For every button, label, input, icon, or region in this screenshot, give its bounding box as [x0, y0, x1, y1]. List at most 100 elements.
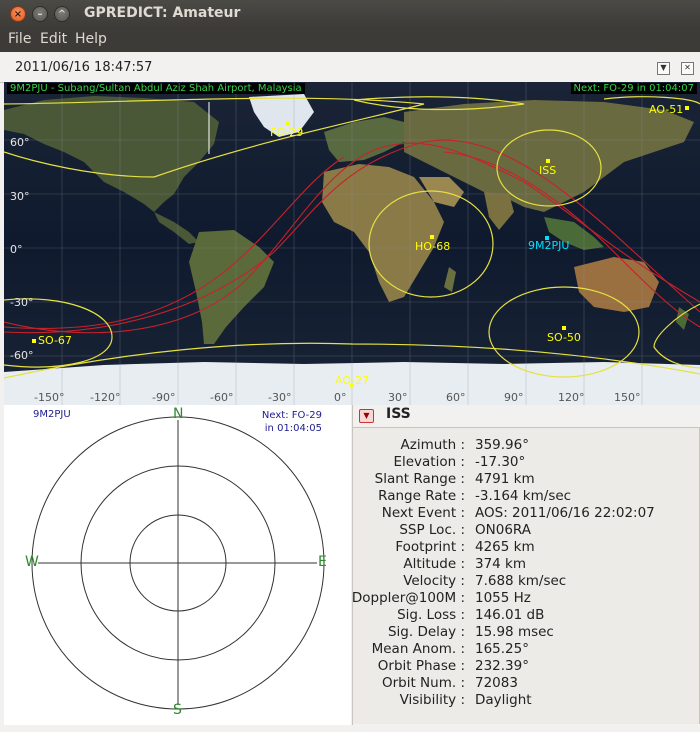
lat-label: 0° [10, 243, 23, 256]
detail-value: 15.98 msec [475, 624, 554, 640]
detail-label: Orbit Phase : [377, 658, 465, 674]
detail-value: 4791 km [475, 471, 535, 487]
detail-row: Range Rate : -3.164 km/sec [353, 488, 699, 505]
detail-row: SSP Loc. : ON06RA [353, 522, 699, 539]
detail-value: 165.25° [475, 641, 529, 657]
polar-next-line1: Next: FO-29 [261, 410, 322, 421]
sat-menu-button[interactable]: ▼ [359, 409, 374, 423]
detail-value: 72083 [475, 675, 518, 691]
detail-value: 359.96° [475, 437, 529, 453]
detail-label: Range Rate : [378, 488, 465, 504]
detail-value: 146.01 dB [475, 607, 545, 623]
detail-label: Doppler@100M : [351, 590, 465, 606]
lon-label: -60° [210, 391, 234, 404]
detail-row: Mean Anom. : 165.25° [353, 641, 699, 658]
menu-edit[interactable]: Edit [40, 31, 67, 47]
detail-label: SSP Loc. : [399, 522, 465, 538]
lon-label: 120° [558, 391, 585, 404]
sat-label-iss[interactable]: ISS [539, 164, 556, 177]
detail-label: Sig. Loss : [397, 607, 465, 623]
detail-row: Visibility : Daylight [353, 692, 699, 709]
detail-label: Elevation : [393, 454, 465, 470]
lat-label: 60° [10, 136, 30, 149]
map-canvas [4, 82, 700, 405]
menubar: File Edit Help [0, 28, 700, 52]
detail-label: Velocity : [403, 573, 465, 589]
detail-value: -17.30° [475, 454, 526, 470]
detail-row: Elevation : -17.30° [353, 454, 699, 471]
detail-label: Next Event : [381, 505, 465, 521]
sat-details: Azimuth : 359.96° Elevation : -17.30° Slan… [351, 427, 700, 724]
qth-map-label: 9M2PJU [528, 239, 570, 252]
polar-qth: 9M2PJU [33, 409, 71, 420]
lat-label: 30° [10, 190, 30, 203]
sat-label-fo29[interactable]: FO-29 [270, 126, 303, 139]
window-bottom-edge [0, 725, 700, 732]
detail-value: -3.164 km/sec [475, 488, 572, 504]
detail-row: Next Event : AOS: 2011/06/16 22:02:07 [353, 505, 699, 522]
lon-label: -30° [268, 391, 292, 404]
sat-label-so50[interactable]: SO-50 [547, 331, 581, 344]
detail-row: Doppler@100M : 1055 Hz [351, 590, 699, 607]
module-timestamp: 2011/06/16 18:47:57 [15, 60, 153, 75]
detail-label: Mean Anom. : [371, 641, 465, 657]
detail-value: AOS: 2011/06/16 22:02:07 [475, 505, 655, 521]
detail-row: Azimuth : 359.96° [353, 437, 699, 454]
window-close-button[interactable]: × [10, 6, 26, 22]
detail-value: 1055 Hz [475, 590, 531, 606]
detail-label: Altitude : [403, 556, 465, 572]
window-titlebar[interactable]: × – ^ GPREDICT: Amateur [0, 0, 700, 28]
detail-value: 4265 km [475, 539, 535, 555]
polar-next-line2: in 01:04:05 [264, 423, 322, 434]
lon-label: 90° [504, 391, 524, 404]
lon-label: 60° [446, 391, 466, 404]
polar-dir-e: E [318, 554, 327, 570]
map-qth-info: 9M2PJU - Subang/Sultan Abdul Aziz Shah A… [7, 83, 305, 94]
window-maximize-button[interactable]: ^ [54, 6, 70, 22]
polar-next-event: Next: FO-29 in 01:04:05 [262, 409, 322, 435]
sat-label-so67[interactable]: SO-67 [38, 334, 72, 347]
detail-label: Azimuth : [400, 437, 465, 453]
window-minimize-button[interactable]: – [32, 6, 48, 22]
lon-label: -90° [152, 391, 176, 404]
lon-label: -120° [90, 391, 121, 404]
detail-row: Orbit Num. : 72083 [353, 675, 699, 692]
lon-label: 30° [388, 391, 408, 404]
menu-help[interactable]: Help [75, 31, 107, 47]
polar-dir-n: N [173, 406, 184, 422]
detail-row: Sig. Delay : 15.98 msec [353, 624, 699, 641]
module-close-button[interactable]: ✕ [681, 62, 694, 75]
detail-value: 232.39° [475, 658, 529, 674]
lon-label: 150° [614, 391, 641, 404]
polar-canvas [31, 416, 325, 710]
detail-label: Sig. Delay : [387, 624, 465, 640]
detail-label: Footprint : [395, 539, 465, 555]
module-options-button[interactable]: ▼ [657, 62, 670, 75]
detail-row: Footprint : 4265 km [353, 539, 699, 556]
window-title: GPREDICT: Amateur [84, 5, 241, 21]
detail-value: Daylight [475, 692, 532, 708]
module-header: 2011/06/16 18:47:57 ▼ ✕ [0, 52, 700, 83]
map-next-event: Next: FO-29 in 01:04:07 [570, 83, 697, 94]
sat-label-ao27[interactable]: AO-27 [335, 374, 369, 387]
detail-value: 374 km [475, 556, 527, 572]
detail-row: Altitude : 374 km [353, 556, 699, 573]
detail-row: Velocity : 7.688 km/sec [353, 573, 699, 590]
detail-value: 7.688 km/sec [475, 573, 567, 589]
menu-file[interactable]: File [8, 31, 31, 47]
detail-label: Slant Range : [374, 471, 465, 487]
detail-row: Sig. Loss : 146.01 dB [353, 607, 699, 624]
sat-label-ao51[interactable]: AO-51 [649, 103, 683, 116]
polar-dir-s: S [173, 702, 182, 718]
detail-value: ON06RA [475, 522, 531, 538]
map-view[interactable]: 60° 30° 0° -30° -60° -150° -120° -90° -6… [4, 82, 700, 405]
polar-dir-w: W [25, 554, 39, 570]
sat-label-ho68[interactable]: HO-68 [415, 240, 450, 253]
lat-label: -30° [10, 296, 34, 309]
detail-label: Orbit Num. : [381, 675, 465, 691]
lat-label: -60° [10, 349, 34, 362]
detail-label: Visibility : [399, 692, 465, 708]
lon-label: -150° [34, 391, 65, 404]
single-sat-view: ▼ ISS Azimuth : 359.96° Elevation : -17.30… [352, 405, 700, 725]
polar-view[interactable]: 9M2PJU Next: FO-29 in 01:04:05 N S W E [4, 405, 351, 725]
